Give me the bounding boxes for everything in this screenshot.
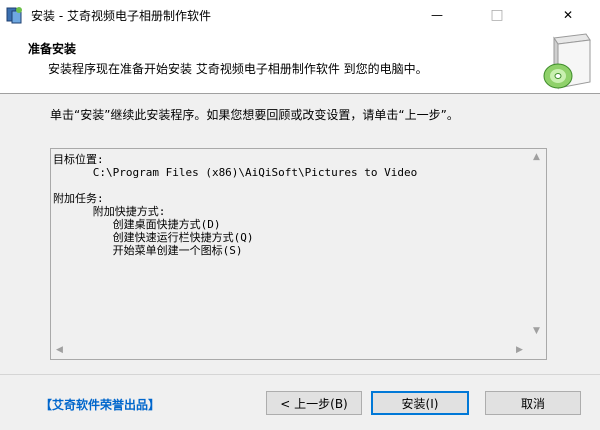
close-icon: ✕ bbox=[562, 8, 574, 22]
maximize-icon: □ bbox=[490, 7, 504, 23]
minimize-icon: — bbox=[431, 8, 443, 22]
wizard-header: 准备安装 安装程序现在准备开始安装 艾奇视频电子相册制作软件 到您的电脑中。 bbox=[0, 30, 600, 94]
window-title: 安装 - 艾奇视频电子相册制作软件 bbox=[31, 9, 211, 23]
software-box-disc-icon bbox=[543, 33, 591, 90]
close-button[interactable]: ✕ bbox=[545, 0, 591, 30]
scroll-down-icon[interactable]: ▼ bbox=[533, 327, 540, 336]
page-subtitle: 安装程序现在准备开始安装 艾奇视频电子相册制作软件 到您的电脑中。 bbox=[48, 62, 428, 76]
installer-app-icon bbox=[6, 7, 22, 24]
footer-divider bbox=[0, 374, 600, 375]
scrollbar-corner bbox=[529, 342, 546, 359]
cancel-button[interactable]: 取消 bbox=[485, 391, 581, 415]
instruction-text: 单击“安装”继续此安装程序。如果您想要回顾或改变设置，请单击“上一步”。 bbox=[50, 108, 459, 122]
vertical-scrollbar[interactable]: ▲ ▼ bbox=[529, 149, 546, 342]
install-button[interactable]: 安装(I) bbox=[371, 391, 469, 415]
scroll-right-icon[interactable]: ▶ bbox=[516, 346, 523, 355]
back-button[interactable]: < 上一步(B) bbox=[266, 391, 362, 415]
settings-summary-memo[interactable]: 目标位置: C:\Program Files (x86)\AiQiSoft\Pi… bbox=[50, 148, 547, 360]
scroll-up-icon[interactable]: ▲ bbox=[533, 153, 540, 162]
settings-summary-text: 目标位置: C:\Program Files (x86)\AiQiSoft\Pi… bbox=[53, 153, 418, 257]
title-bar: 安装 - 艾奇视频电子相册制作软件 — □ ✕ bbox=[0, 0, 600, 30]
scroll-left-icon[interactable]: ◀ bbox=[56, 346, 63, 355]
brand-link[interactable]: 【艾奇软件荣誉出品】 bbox=[40, 396, 160, 413]
horizontal-scrollbar[interactable]: ◀ ▶ bbox=[51, 342, 529, 359]
minimize-button[interactable]: — bbox=[414, 0, 460, 30]
page-title: 准备安装 bbox=[28, 42, 77, 56]
maximize-button[interactable]: □ bbox=[474, 0, 520, 30]
